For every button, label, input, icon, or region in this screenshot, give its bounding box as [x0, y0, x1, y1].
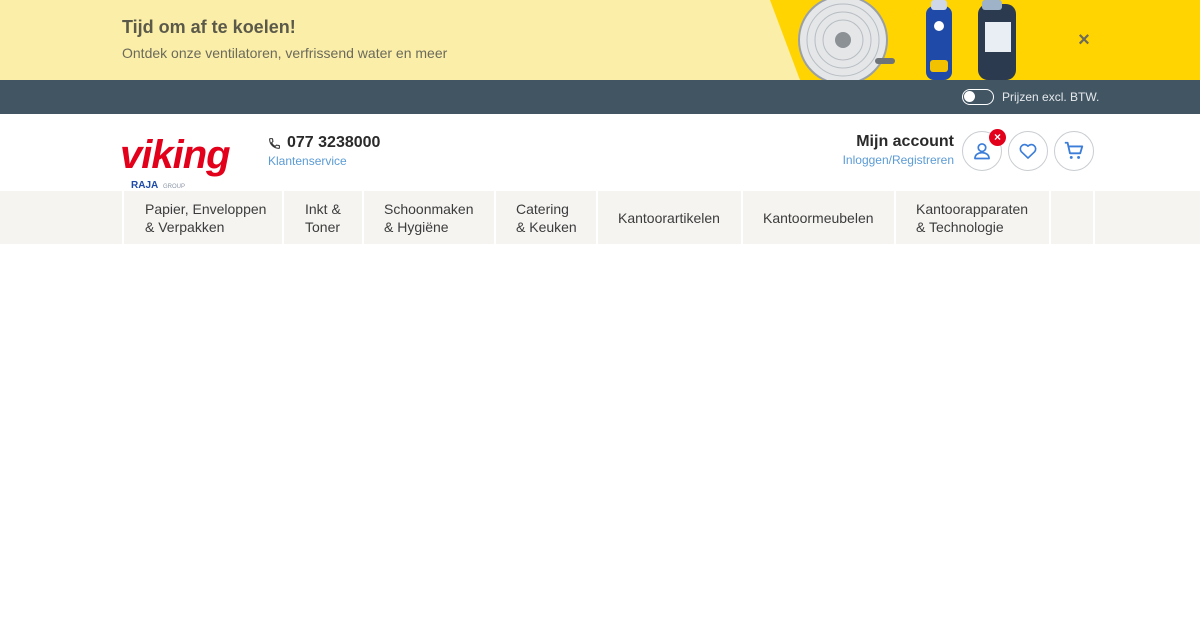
site-header: viking RAJA GROUP 077 3238000 Klantenser…: [0, 114, 1200, 191]
phone-icon: [269, 138, 280, 149]
main-navigation: Papier, Enveloppen & Verpakken Inkt & To…: [0, 191, 1200, 244]
top-utility-bar: Prijzen excl. BTW.: [0, 80, 1200, 114]
nav-item-papier[interactable]: Papier, Enveloppen & Verpakken: [122, 191, 282, 244]
water-bottle-illustration: [978, 0, 1016, 80]
nav-item-catering[interactable]: Catering & Keuken: [494, 191, 596, 244]
nav-more-item[interactable]: [1049, 191, 1095, 244]
login-register-link[interactable]: Inloggen/Registreren: [843, 153, 954, 167]
nav-item-label: Inkt & Toner: [305, 200, 341, 235]
phone-number[interactable]: 077 3238000: [287, 134, 380, 152]
nav-item-label: Kantoormeubelen: [763, 209, 874, 226]
nav-item-label: Schoonmaken & Hygiëne: [384, 200, 474, 235]
account-title[interactable]: Mijn account: [856, 133, 954, 151]
wishlist-button[interactable]: [1008, 131, 1048, 171]
viking-logo[interactable]: viking RAJA GROUP: [120, 132, 232, 192]
nav-item-inkt[interactable]: Inkt & Toner: [282, 191, 362, 244]
customer-service-link[interactable]: Klantenservice: [268, 154, 347, 168]
nav-item-label: Papier, Enveloppen & Verpakken: [145, 200, 267, 235]
nav-item-label: Kantoorapparaten & Technologie: [916, 200, 1029, 235]
nav-item-kantoorartikelen[interactable]: Kantoorartikelen: [596, 191, 741, 244]
cart-button[interactable]: [1054, 131, 1094, 171]
nav-item-kantoormeubelen[interactable]: Kantoormeubelen: [741, 191, 894, 244]
vat-toggle[interactable]: [962, 89, 994, 105]
user-icon: [974, 143, 990, 160]
promo-title: Tijd om af te koelen!: [122, 17, 296, 37]
logo-sub2-text: GROUP: [163, 184, 185, 190]
sunscreen-bottle-illustration: [926, 0, 952, 80]
account-status-badge: ×: [989, 129, 1006, 146]
logo-sub-text: RAJA: [131, 180, 158, 191]
promo-subtitle: Ontdek onze ventilatoren, verfrissend wa…: [122, 45, 448, 61]
close-icon[interactable]: ×: [1073, 29, 1095, 51]
account-button[interactable]: ×: [962, 129, 1006, 171]
cart-icon: [1064, 141, 1084, 159]
heart-icon: [1019, 143, 1037, 159]
toggle-knob: [964, 91, 975, 102]
promo-image: [770, 0, 1200, 80]
vat-toggle-label: Prijzen excl. BTW.: [1002, 90, 1100, 104]
nav-item-schoonmaken[interactable]: Schoonmaken & Hygiëne: [362, 191, 494, 244]
logo-text: viking: [120, 133, 230, 177]
nav-item-kantoorapparaten[interactable]: Kantoorapparaten & Technologie: [894, 191, 1049, 244]
nav-item-label: Catering & Keuken: [516, 200, 577, 235]
promo-banner[interactable]: Tijd om af te koelen! Ontdek onze ventil…: [0, 0, 1200, 80]
nav-item-label: Kantoorartikelen: [618, 209, 720, 226]
